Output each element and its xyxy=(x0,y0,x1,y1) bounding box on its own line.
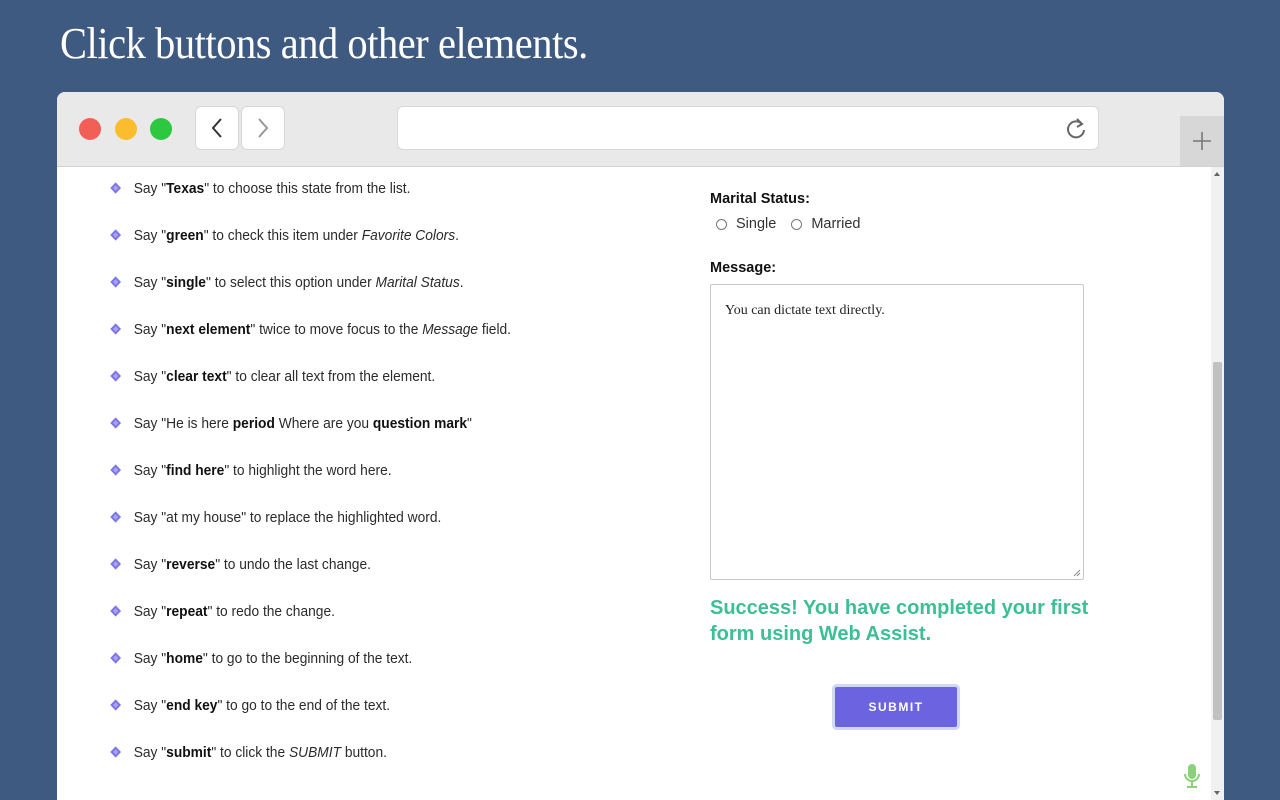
minimize-window-button[interactable] xyxy=(115,118,137,140)
instruction-list: Say "Texas" to choose this state from th… xyxy=(109,181,532,792)
diamond-bullet-icon xyxy=(110,652,122,664)
marital-status-options: Single Married xyxy=(716,216,875,232)
instruction-item: Say "find here" to highlight the word he… xyxy=(109,463,511,510)
diamond-bullet-icon xyxy=(110,746,122,758)
diamond-bullet-icon xyxy=(110,511,122,523)
browser-titlebar xyxy=(57,92,1224,167)
page-headline: Click buttons and other elements. xyxy=(60,19,588,68)
chevron-right-icon xyxy=(258,118,269,138)
instruction-item: Say "reverse" to undo the last change. xyxy=(109,557,511,604)
message-label: Message: xyxy=(710,260,777,276)
instruction-item: Say "Texas" to choose this state from th… xyxy=(109,181,511,228)
diamond-bullet-icon xyxy=(110,182,122,194)
instruction-item: Say "home" to go to the beginning of the… xyxy=(109,651,511,698)
diamond-bullet-icon xyxy=(110,417,122,429)
vertical-scrollbar[interactable] xyxy=(1211,167,1224,800)
resize-handle-icon[interactable] xyxy=(1073,569,1081,577)
instruction-item: Say "next element" twice to move focus t… xyxy=(109,322,511,369)
radio-single[interactable] xyxy=(716,218,727,230)
instruction-item: Say "submit" to click the SUBMIT button. xyxy=(109,745,511,792)
instruction-text: Say "submit" to click the SUBMIT button. xyxy=(133,745,387,761)
radio-married-label[interactable]: Married xyxy=(811,216,860,232)
instruction-text: Say "next element" twice to move focus t… xyxy=(133,322,512,338)
forward-button[interactable] xyxy=(241,106,285,150)
instruction-item: Say "at my house" to replace the highlig… xyxy=(109,510,511,557)
instruction-text: Say "clear text" to clear all text from … xyxy=(133,369,436,385)
marital-status-label: Marital Status: xyxy=(710,191,810,207)
instruction-item: Say "repeat" to redo the change. xyxy=(109,604,511,651)
plus-icon xyxy=(1193,132,1211,150)
radio-married[interactable] xyxy=(791,218,803,230)
instruction-item: Say "end key" to go to the end of the te… xyxy=(109,698,511,745)
diamond-bullet-icon xyxy=(110,276,122,288)
diamond-bullet-icon xyxy=(110,323,122,335)
scroll-up-arrow[interactable] xyxy=(1214,172,1220,176)
instruction-text: Say "reverse" to undo the last change. xyxy=(133,557,371,573)
instruction-text: Say "end key" to go to the end of the te… xyxy=(133,698,391,714)
browser-window: Say "Texas" to choose this state from th… xyxy=(57,92,1224,800)
diamond-bullet-icon xyxy=(110,370,122,382)
chevron-left-icon xyxy=(211,118,222,138)
instruction-text: Say "find here" to highlight the word he… xyxy=(133,463,392,479)
address-bar[interactable] xyxy=(397,106,1099,150)
instruction-text: Say "green" to check this item under Fav… xyxy=(133,228,459,244)
instruction-text: Say "repeat" to redo the change. xyxy=(133,604,335,620)
instruction-text: Say "He is here period Where are you que… xyxy=(133,416,472,432)
instruction-text: Say "Texas" to choose this state from th… xyxy=(133,181,411,197)
diamond-bullet-icon xyxy=(110,558,122,570)
diamond-bullet-icon xyxy=(110,229,122,241)
microphone-button[interactable] xyxy=(1182,762,1202,795)
instruction-item: Say "He is here period Where are you que… xyxy=(109,416,511,463)
maximize-window-button[interactable] xyxy=(150,118,172,140)
scroll-thumb[interactable] xyxy=(1213,362,1222,720)
scroll-down-arrow[interactable] xyxy=(1214,791,1220,795)
instruction-item: Say "green" to check this item under Fav… xyxy=(109,228,511,275)
message-text: You can dictate text directly. xyxy=(725,303,885,318)
diamond-bullet-icon xyxy=(110,464,122,476)
new-tab-button[interactable] xyxy=(1180,116,1224,166)
message-textarea[interactable]: You can dictate text directly. xyxy=(710,284,1084,580)
success-message: Success! You have completed your first f… xyxy=(710,597,1089,645)
microphone-icon xyxy=(1184,764,1200,788)
diamond-bullet-icon xyxy=(110,605,122,617)
instruction-item: Say "clear text" to clear all text from … xyxy=(109,369,511,416)
instruction-text: Say "single" to select this option under… xyxy=(133,275,464,291)
radio-single-label[interactable]: Single xyxy=(736,216,776,232)
instruction-text: Say "home" to go to the beginning of the… xyxy=(133,651,413,667)
reload-icon xyxy=(1067,118,1085,139)
diamond-bullet-icon xyxy=(110,699,122,711)
instruction-item: Say "single" to select this option under… xyxy=(109,275,511,322)
page-content: Say "Texas" to choose this state from th… xyxy=(57,167,1224,800)
back-button[interactable] xyxy=(195,106,239,150)
instruction-text: Say "at my house" to replace the highlig… xyxy=(133,510,442,526)
close-window-button[interactable] xyxy=(79,118,101,140)
submit-button[interactable]: SUBMIT xyxy=(835,687,957,727)
